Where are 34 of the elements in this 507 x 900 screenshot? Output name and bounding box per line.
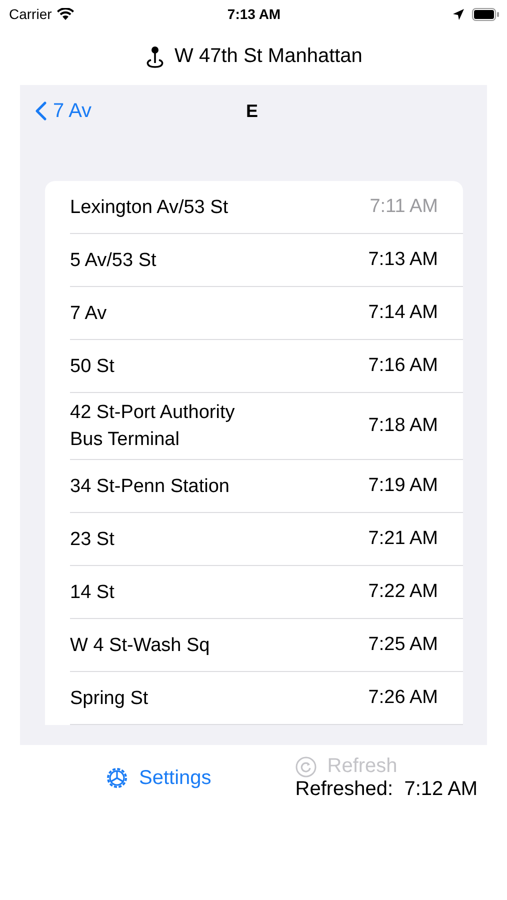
arrival-time: 7:16 AM	[368, 355, 438, 377]
battery-icon	[472, 8, 500, 20]
stop-name: 7 Av	[70, 302, 108, 326]
refresh-icon	[295, 756, 318, 778]
arrival-time: 7:26 AM	[368, 687, 438, 709]
stop-name: 5 Av/53 St	[70, 248, 158, 272]
arrival-time: 7:21 AM	[368, 528, 438, 550]
stop-name: 50 St	[70, 354, 116, 378]
arrival-time: 7:25 AM	[368, 634, 438, 656]
stop-name: Spring St	[70, 686, 150, 710]
stop-name: 34 St-Penn Station	[70, 474, 230, 498]
arrival-time: 7:18 AM	[368, 415, 438, 437]
stop-name: 23 St	[70, 528, 116, 552]
refreshed-time: Refreshed: 7:12 AM	[295, 778, 478, 801]
map-pin-icon	[144, 44, 165, 68]
stop-name: W 4 St-Wash Sq	[70, 634, 211, 658]
settings-button[interactable]: Settings	[105, 755, 212, 801]
carrier-label: Carrier	[9, 6, 52, 22]
clock-time: 7:13 AM	[227, 6, 281, 22]
stop-name: 42 St-Port Authority Bus Terminal	[70, 401, 236, 452]
settings-icon	[105, 766, 129, 790]
arrival-time: 7:11 AM	[370, 196, 438, 218]
stop-name: 14 St	[70, 580, 116, 604]
route-title: E	[246, 100, 260, 122]
back-link[interactable]: 7 Av	[35, 100, 92, 122]
arrival-time: 7:19 AM	[368, 475, 438, 497]
location-title: W 47th St Manhattan	[174, 45, 362, 68]
arrival-time: 7:13 AM	[368, 249, 438, 271]
chevron-left-icon	[35, 101, 47, 121]
stop-name: Lexington Av/53 St	[70, 196, 230, 220]
arrival-time: 7:14 AM	[368, 302, 438, 324]
location-arrow-icon	[453, 8, 464, 20]
wifi-icon	[56, 8, 74, 20]
arrival-time: 7:22 AM	[368, 581, 438, 603]
